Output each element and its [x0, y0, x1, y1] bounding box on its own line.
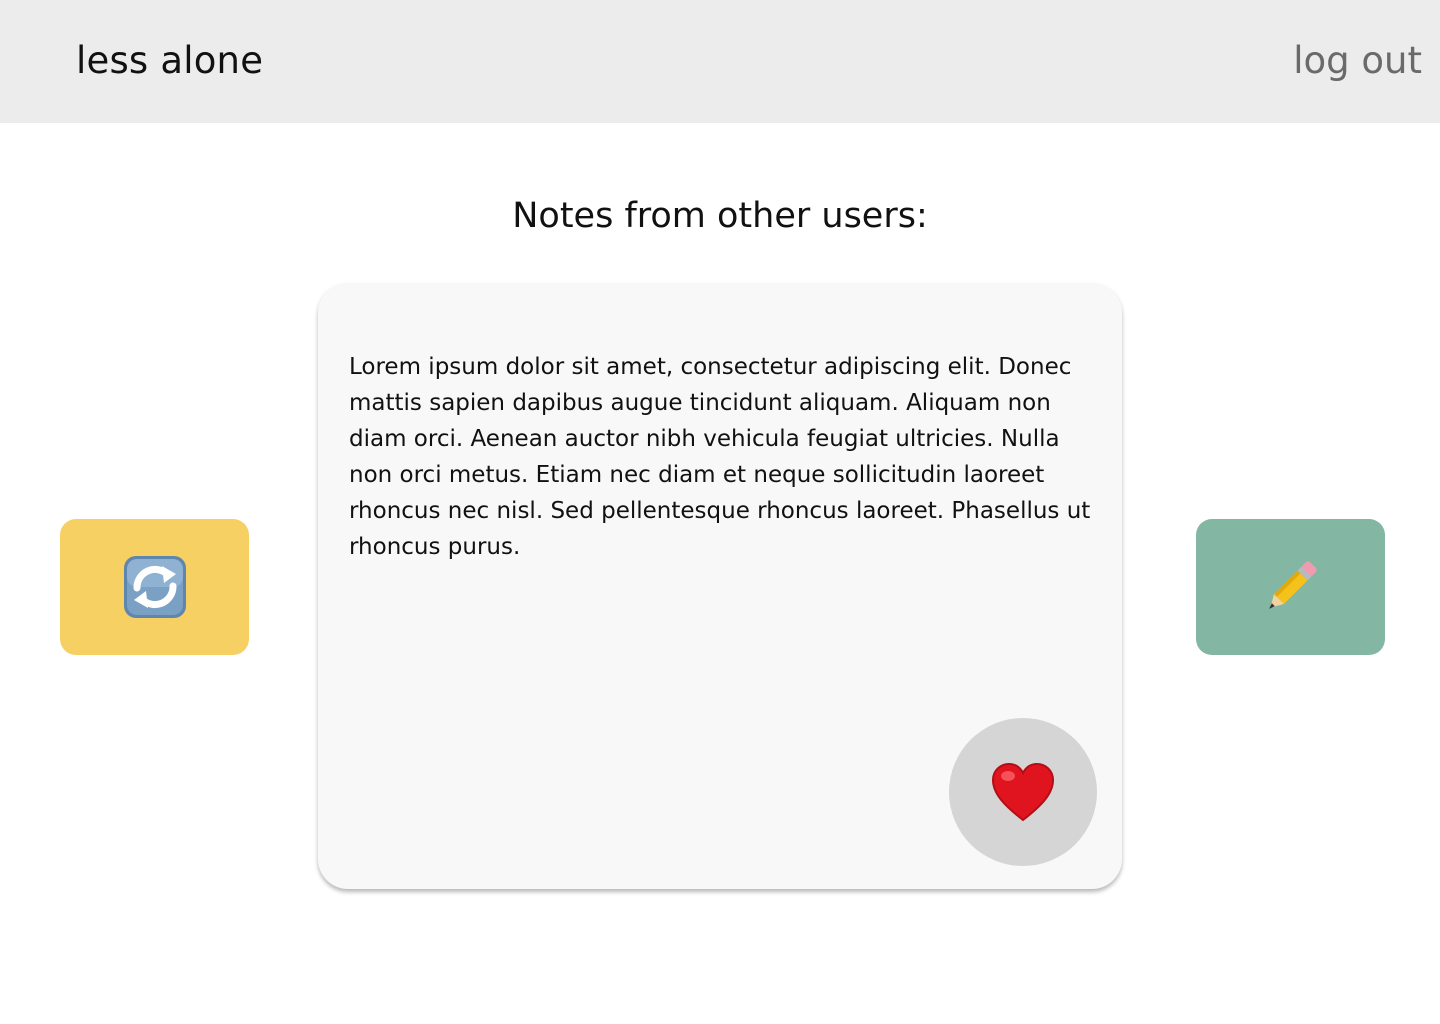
top-bar: less alone log out: [0, 0, 1440, 123]
logout-link[interactable]: log out: [1293, 38, 1422, 84]
write-note-button[interactable]: [1196, 519, 1385, 655]
refresh-button[interactable]: [60, 519, 249, 655]
page-title: Notes from other users:: [512, 196, 928, 236]
like-button[interactable]: [949, 718, 1097, 866]
note-card: Lorem ipsum dolor sit amet, consectetur …: [318, 283, 1122, 889]
note-text: Lorem ipsum dolor sit amet, consectetur …: [349, 354, 1091, 560]
pencil-icon: [1268, 561, 1317, 609]
refresh-icon: [123, 556, 186, 618]
heart-icon: [991, 762, 1055, 822]
app-brand[interactable]: less alone: [76, 38, 263, 84]
